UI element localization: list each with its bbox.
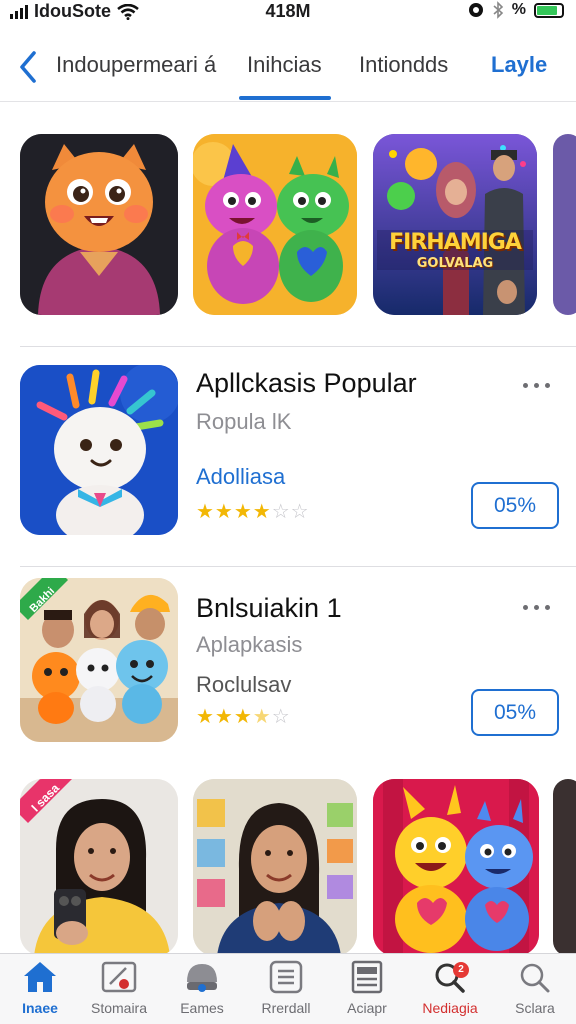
tabbar-label: Inaee: [22, 1000, 58, 1016]
star-rating: ★★★★☆: [196, 706, 291, 728]
section-divider: [20, 566, 576, 567]
games-icon: [187, 964, 217, 992]
tabbar-label: Aciapr: [347, 1000, 387, 1016]
get-button[interactable]: 05%: [471, 482, 559, 529]
game-banner-title: FIRHAMIGA: [389, 230, 522, 255]
tile-partial[interactable]: [553, 779, 576, 956]
bluetooth-icon: [493, 1, 503, 19]
tabbar-label: Stomaira: [90, 1000, 148, 1016]
woman-store-illustration: [193, 779, 357, 956]
tabbar-label: Eames: [180, 1000, 224, 1016]
tabbar-item-store[interactable]: Stomaira: [78, 960, 160, 1016]
tabbar-item-list[interactable]: Rrerdall: [245, 960, 327, 1016]
mascots-illustration: [193, 134, 357, 315]
status-right: %: [468, 1, 564, 19]
search-icon: [520, 963, 550, 993]
tab-fourth[interactable]: Layle: [491, 52, 547, 78]
tabbar-label: Nediagia: [422, 1000, 478, 1016]
list-icon: [269, 960, 303, 994]
fluffy-mascot-illustration: [20, 365, 178, 535]
game-banner-illustration: [373, 134, 537, 315]
app-developer-link[interactable]: Adolliasa: [196, 464, 285, 490]
game-banner-subtitle: GOLVALAG: [416, 256, 494, 271]
tile-woman-phone[interactable]: I sasa: [20, 779, 178, 956]
tab-third[interactable]: Intiondds: [359, 52, 448, 78]
bottom-tab-bar: Inaee Stomaira Eames Rrerdall Aciapr 2 N…: [0, 953, 576, 1024]
yellow-blue-mascots-illustration: [373, 779, 539, 956]
app-subtitle: Aplapkasis: [196, 632, 303, 657]
back-chevron-icon[interactable]: [14, 48, 42, 86]
top-navigation: Indoupermeari á Inihcias Intiondds Layle: [0, 34, 576, 102]
app-subtitle: Ropula lK: [196, 409, 292, 434]
apps-icon: [351, 960, 383, 994]
app-title: Apllckasis Popular: [196, 368, 417, 398]
app-icon-fluffy: [20, 365, 178, 535]
tabbar-item-games[interactable]: Eames: [161, 960, 243, 1016]
tile-yellow-blue-mascots[interactable]: [373, 779, 539, 956]
store-icon: [101, 961, 137, 993]
app-icon-group-mascots: Bakhi: [20, 578, 178, 742]
battery-icon: [534, 2, 564, 18]
tab-selected[interactable]: Inihcias: [247, 52, 322, 78]
star-rating: ★★★★☆☆: [196, 501, 310, 523]
tabbar-label: Rrerdall: [261, 1000, 311, 1016]
tile-pink-green-mascots[interactable]: [193, 134, 357, 315]
tile-game-banner[interactable]: FIRHAMIGA GOLVALAG: [373, 134, 537, 315]
tile-orange-cat[interactable]: [20, 134, 178, 315]
section-divider: [20, 346, 576, 347]
battery-percent: %: [511, 1, 526, 18]
app-title: Bnlsuiakin 1: [196, 593, 342, 623]
tabbar-item-notifications[interactable]: 2 Nediagia: [409, 960, 491, 1016]
tile-partial[interactable]: [553, 134, 576, 315]
location-icon: [468, 3, 483, 17]
tile-woman-store[interactable]: [193, 779, 357, 956]
tabbar-label: Sclara: [515, 1000, 555, 1016]
app-detail: Roclulsav: [196, 672, 292, 697]
tabbar-item-home[interactable]: Inaee: [0, 960, 81, 1016]
status-bar: IdouSote 418M %: [0, 0, 576, 24]
more-options-icon[interactable]: [523, 605, 550, 610]
notification-badge: 2: [453, 962, 469, 978]
tabbar-item-search[interactable]: Sclara: [494, 960, 576, 1016]
tab-selected-indicator: [239, 96, 331, 100]
tab-first[interactable]: Indoupermeari á: [56, 52, 216, 78]
orange-cat-illustration: [20, 134, 178, 315]
more-options-icon[interactable]: [523, 383, 550, 388]
tabbar-item-apps[interactable]: Aciapr: [326, 960, 408, 1016]
home-icon: [24, 962, 56, 992]
get-button[interactable]: 05%: [471, 689, 559, 736]
